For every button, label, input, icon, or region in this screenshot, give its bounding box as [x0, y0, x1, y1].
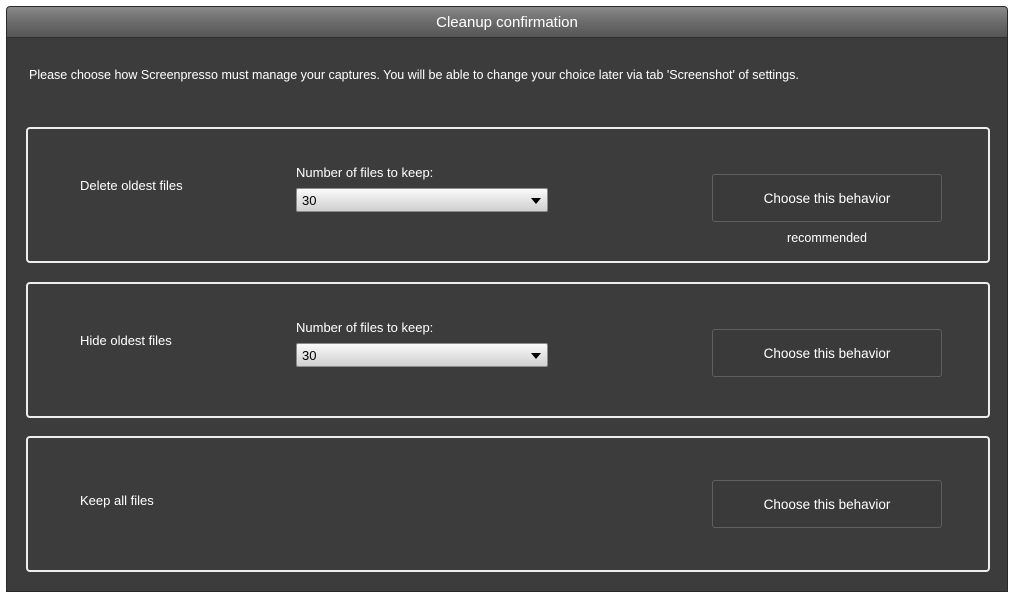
- option-hide-oldest: Hide oldest files Number of files to kee…: [26, 282, 990, 418]
- dialog-titlebar[interactable]: Cleanup confirmation: [7, 7, 1007, 38]
- files-to-keep-dropdown[interactable]: 30: [296, 343, 548, 367]
- option-keep-all: Keep all files Choose this behavior: [26, 436, 990, 572]
- option-label: Delete oldest files: [80, 178, 183, 193]
- dialog-title: Cleanup confirmation: [436, 13, 578, 31]
- files-to-keep-dropdown[interactable]: 30: [296, 188, 548, 212]
- chevron-down-icon: [531, 353, 541, 359]
- choose-behavior-button[interactable]: Choose this behavior: [712, 329, 942, 377]
- choose-behavior-button[interactable]: Choose this behavior: [712, 174, 942, 222]
- chevron-down-icon: [531, 198, 541, 204]
- recommended-note: recommended: [787, 231, 867, 245]
- cleanup-dialog: Cleanup confirmation Please choose how S…: [6, 6, 1008, 592]
- choose-behavior-button[interactable]: Choose this behavior: [712, 480, 942, 528]
- files-to-keep-label: Number of files to keep:: [296, 165, 434, 180]
- option-label: Hide oldest files: [80, 333, 172, 348]
- option-delete-oldest: Delete oldest files Number of files to k…: [26, 127, 990, 263]
- intro-text: Please choose how Screenpresso must mana…: [29, 68, 799, 82]
- files-to-keep-label: Number of files to keep:: [296, 320, 434, 335]
- dropdown-value: 30: [302, 348, 317, 363]
- dropdown-value: 30: [302, 193, 317, 208]
- option-label: Keep all files: [80, 493, 154, 508]
